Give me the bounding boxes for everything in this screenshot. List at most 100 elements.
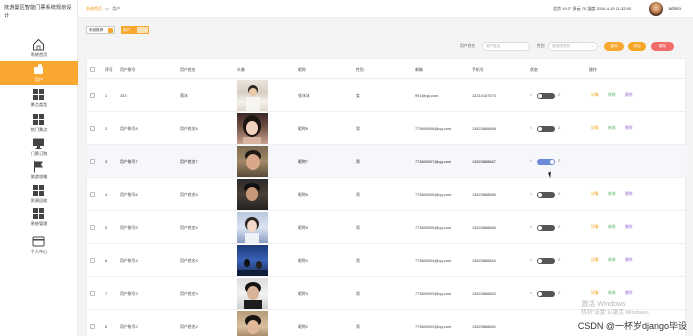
header-avatar: 头像: [237, 67, 245, 72]
switch-knob: [538, 192, 542, 197]
check-icon: [108, 28, 113, 33]
sidebar-item-home[interactable]: 系统首页: [0, 36, 78, 60]
edit-button[interactable]: 修改: [608, 93, 616, 98]
add-button[interactable]: 添加: [628, 42, 646, 51]
gender-select[interactable]: 请选择性别 ⌄: [548, 42, 598, 51]
row-delete-button[interactable]: 删除: [625, 192, 633, 197]
status-switch[interactable]: [537, 291, 555, 297]
row-checkbox[interactable]: [90, 159, 95, 164]
status-switch[interactable]: [537, 159, 555, 165]
header-status: 状态: [530, 67, 538, 72]
header-name: 用户姓名: [180, 67, 196, 72]
table-row[interactable]: 3 用户账号7 用户姓名7 昵称7 男 773890007@qq.com 138…: [87, 145, 687, 178]
status-off-label: <: [530, 159, 533, 163]
cell-name: 用户姓名6: [180, 192, 198, 197]
cell-nickname: 昵称8: [298, 126, 308, 131]
cell-account: 用户账号6: [120, 192, 138, 197]
row-delete-button[interactable]: 删除: [625, 291, 633, 296]
row-checkbox[interactable]: [90, 258, 95, 263]
header-gender: 性别: [356, 67, 364, 72]
cell-account: 用户账号7: [120, 159, 138, 164]
cell-gender: 女: [356, 93, 360, 98]
cell-nickname: 昵称2: [298, 324, 308, 329]
detail-button[interactable]: 详情: [591, 192, 599, 197]
row-delete-button[interactable]: 删除: [625, 93, 633, 98]
row-checkbox[interactable]: [90, 93, 95, 98]
cell-name: 用户姓名5: [180, 225, 198, 230]
cell-email: 773890003@qq.com: [415, 291, 452, 296]
cell-name: 用户姓名2: [180, 324, 198, 329]
status-switch[interactable]: [537, 258, 555, 264]
cell-phone: 13823888883: [472, 291, 496, 296]
user-photo: [237, 212, 268, 243]
cell-phone: 13823888882: [472, 324, 496, 329]
admin-username[interactable]: admin: [668, 6, 681, 11]
row-checkbox[interactable]: [90, 126, 95, 131]
user-toggle-switch[interactable]: [136, 26, 149, 34]
header-no: 序号: [105, 67, 113, 72]
sidebar-item-user[interactable]: 用户: [0, 61, 78, 85]
cell-no: 1: [105, 93, 108, 98]
sidebar-item-label: 个人中心: [30, 249, 48, 254]
row-delete-button[interactable]: 删除: [625, 258, 633, 263]
cell-gender: 男: [356, 291, 360, 296]
cell-account: 用户账号3: [120, 291, 138, 296]
table-row[interactable]: 6 用户账号4 用户姓名4 昵称4 男 773890004@qq.com 138…: [87, 244, 687, 277]
edit-button[interactable]: 修改: [608, 126, 616, 131]
system-recommend-toggle[interactable]: 系统推荐: [86, 26, 115, 34]
detail-button[interactable]: 详情: [591, 291, 599, 296]
user-toggle[interactable]: 用户: [121, 26, 136, 34]
sidebar-item-label: 热门景点: [30, 127, 48, 132]
table-row[interactable]: 1 333 落冰 张冰冰 女 991@qq.com 13210187575 < …: [87, 79, 687, 112]
status-switch[interactable]: [537, 225, 555, 231]
edit-button[interactable]: 修改: [608, 192, 616, 197]
cell-account: 用户账号5: [120, 225, 138, 230]
status-off-label: <: [530, 192, 533, 196]
cell-name: 用户姓名4: [180, 258, 198, 263]
cell-no: 3: [105, 159, 108, 164]
edit-button[interactable]: 修改: [608, 258, 616, 263]
detail-button[interactable]: 详情: [591, 225, 599, 230]
avatar[interactable]: [649, 2, 663, 16]
status-switch[interactable]: [537, 192, 555, 198]
user-icon: [34, 64, 43, 74]
breadcrumb-home[interactable]: 系统首页: [86, 6, 102, 11]
sidebar-item-recycle[interactable]: 资源回收: [0, 182, 78, 206]
row-delete-button[interactable]: 删除: [625, 126, 633, 131]
cell-email: 773890005@qq.com: [415, 225, 452, 230]
sidebar-item-ticket[interactable]: 门票订购: [0, 135, 78, 159]
breadcrumb-current: 用户: [112, 6, 121, 11]
edit-button[interactable]: 修改: [608, 291, 616, 296]
table-row[interactable]: 2 用户账号8 用户姓名8 昵称8 男 773890008@qq.com 138…: [87, 112, 687, 145]
sidebar-item-guide[interactable]: 旅游攻略: [0, 158, 78, 182]
row-checkbox[interactable]: [90, 225, 95, 230]
status-switch[interactable]: [537, 93, 555, 99]
query-button[interactable]: 查询: [604, 42, 624, 51]
select-all-checkbox[interactable]: [90, 67, 95, 72]
switch-knob: [538, 126, 542, 131]
detail-button[interactable]: 详情: [591, 258, 599, 263]
sidebar-item-system[interactable]: 系统管理: [0, 205, 78, 229]
status-switch[interactable]: [537, 126, 555, 132]
sidebar-item-profile[interactable]: 个人中心: [0, 233, 78, 257]
sidebar-item-hot-scenic[interactable]: 热门景点: [0, 111, 78, 135]
row-delete-button[interactable]: 删除: [625, 225, 633, 230]
detail-button[interactable]: 详情: [591, 126, 599, 131]
grid-icon: [33, 185, 44, 196]
csdn-watermark: CSDN @一杯岁django毕设: [577, 321, 687, 331]
edit-button[interactable]: 修改: [608, 225, 616, 230]
name-search-input[interactable]: 用户姓名: [482, 42, 530, 51]
table-row[interactable]: 4 用户账号6 用户姓名6 昵称6 男 773890006@qq.com 138…: [87, 178, 687, 211]
sidebar-item-scenic-type[interactable]: 景点类型: [0, 86, 78, 110]
row-checkbox[interactable]: [90, 291, 95, 296]
sidebar-item-label: 门票订购: [30, 151, 48, 156]
row-checkbox[interactable]: [90, 324, 95, 329]
detail-button[interactable]: 详情: [591, 93, 599, 98]
cell-account: 用户账号8: [120, 126, 138, 131]
cell-nickname: 昵称4: [298, 258, 308, 263]
cell-phone: 13823888887: [472, 159, 496, 164]
table-row[interactable]: 5 用户账号5 用户姓名5 昵称5 男 773890005@qq.com 138…: [87, 211, 687, 244]
switch-knob: [538, 291, 542, 296]
delete-button[interactable]: 删除: [651, 42, 674, 51]
row-checkbox[interactable]: [90, 192, 95, 197]
